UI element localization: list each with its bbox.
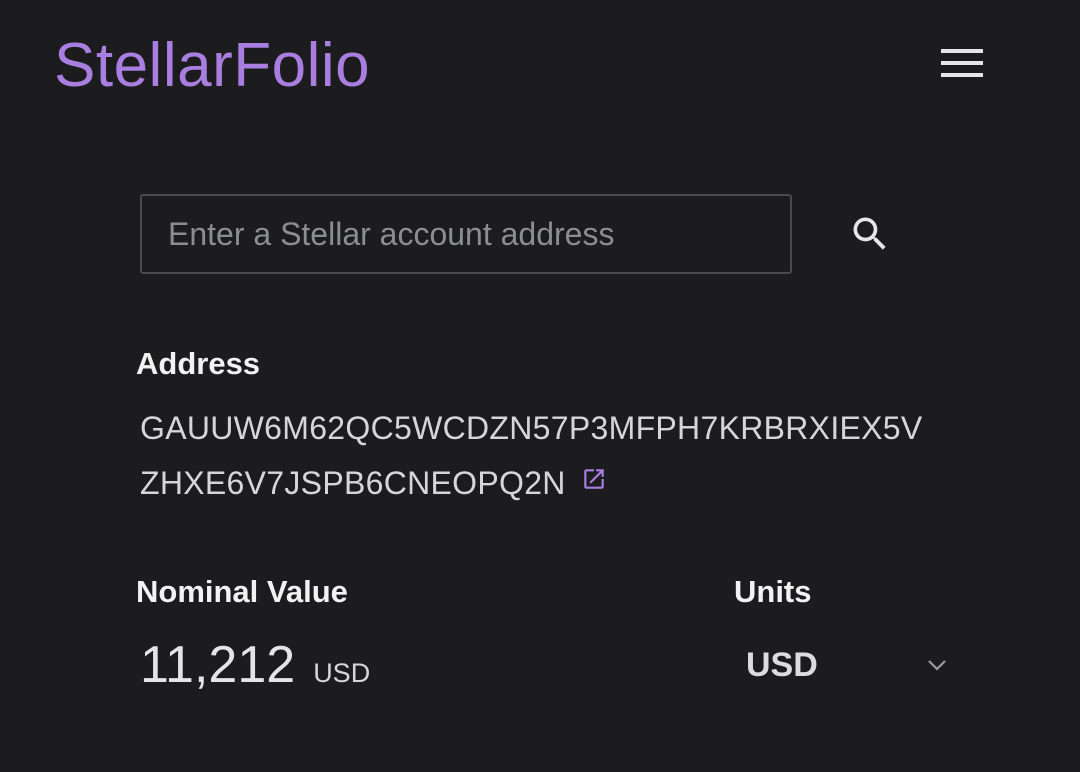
nominal-value-heading: Nominal Value — [136, 574, 348, 609]
external-link-icon — [583, 469, 604, 489]
units-selected-value: USD — [746, 645, 818, 684]
external-link-button[interactable] — [580, 465, 608, 493]
nominal-value-amount: 11,212 — [140, 636, 296, 694]
app-root: StellarFolio Address GAUUW6M62QC5WCDZN57… — [0, 0, 1080, 772]
chevron-down-icon — [928, 660, 946, 671]
address-heading: Address — [136, 346, 261, 381]
brand-logo-text[interactable]: StellarFolio — [54, 30, 370, 102]
search-icon — [853, 217, 886, 250]
search-button[interactable] — [840, 204, 900, 264]
nominal-value: 11,212 USD — [140, 634, 370, 696]
account-address-input[interactable] — [140, 194, 792, 274]
address-value-line-1: GAUUW6M62QC5WCDZN57P3MFPH7KRBRXIEX5V — [140, 410, 923, 446]
address-value-line-2-row: ZHXE6V7JSPB6CNEOPQ2N — [140, 463, 608, 503]
units-heading: Units — [734, 574, 812, 609]
units-select[interactable]: USD — [734, 636, 956, 694]
address-value-line-2: ZHXE6V7JSPB6CNEOPQ2N — [140, 465, 566, 501]
hamburger-menu-icon — [941, 49, 983, 77]
menu-button[interactable] — [936, 42, 988, 84]
nominal-value-unit: USD — [313, 658, 371, 688]
